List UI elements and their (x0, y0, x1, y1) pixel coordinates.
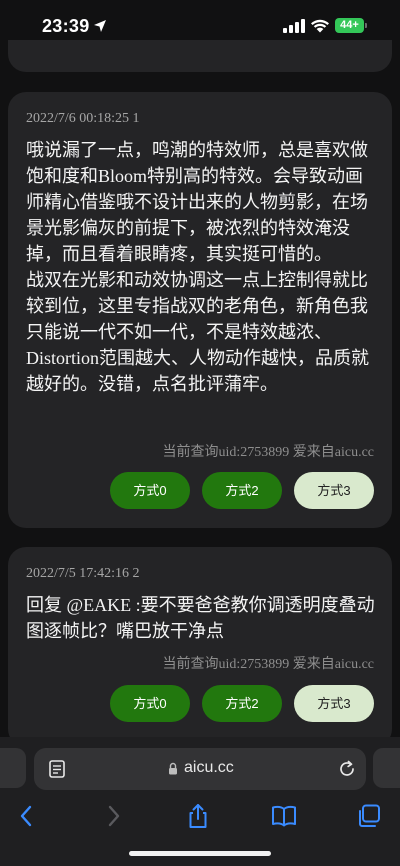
previous-tab-preview[interactable] (0, 748, 26, 788)
comment-text: 回复 @EAKE :要不要爸爸教你调透明度叠动图逐帧比？嘴巴放干净点 (26, 595, 375, 641)
comment-text: 哦说漏了一点，鸣潮的特效师，总是喜欢做饱和度和Bloom特别高的特效。会导致动画… (26, 140, 370, 394)
home-indicator[interactable] (129, 851, 271, 856)
browser-toolbar: aicu.cc (0, 737, 400, 866)
reader-icon[interactable] (49, 760, 65, 778)
query-footer: 当前查询uid:2753899 爱来自aicu.cc (162, 445, 374, 460)
previous-comment-card (8, 40, 392, 72)
comment-card: 2022/7/5 17:42:16 2 回复 @EAKE :要不要爸爸教你调透明… (8, 547, 392, 747)
wifi-icon (311, 19, 329, 33)
tabs-icon[interactable] (356, 803, 382, 829)
method-2-button[interactable]: 方式2 (202, 685, 282, 722)
query-footer: 当前查询uid:2753899 爱来自aicu.cc (162, 657, 374, 672)
method-0-button[interactable]: 方式0 (110, 472, 190, 509)
bookmarks-icon[interactable] (271, 803, 297, 829)
method-buttons: 方式0 方式2 方式3 (110, 685, 374, 722)
method-2-button[interactable]: 方式2 (202, 472, 282, 509)
reload-icon[interactable] (338, 760, 356, 778)
url-text: aicu.cc (184, 759, 234, 776)
cellular-signal-icon (283, 19, 305, 33)
back-icon[interactable] (14, 803, 40, 829)
lock-icon (169, 762, 177, 775)
address-bar[interactable]: aicu.cc (34, 748, 366, 790)
method-0-button[interactable]: 方式0 (110, 685, 190, 722)
method-3-button[interactable]: 方式3 (294, 685, 374, 722)
method-3-button[interactable]: 方式3 (294, 472, 374, 509)
battery-icon: 44+ (335, 18, 364, 33)
share-icon[interactable] (185, 803, 211, 829)
comment-meta: 2022/7/5 17:42:16 2 (26, 566, 140, 581)
location-arrow-icon (94, 20, 106, 32)
battery-tip (365, 23, 367, 28)
forward-icon[interactable] (100, 803, 126, 829)
comment-meta: 2022/7/6 00:18:25 1 (26, 111, 140, 126)
status-time: 23:39 (42, 16, 90, 36)
method-buttons: 方式0 方式2 方式3 (110, 472, 374, 509)
comment-card: 2022/7/6 00:18:25 1 哦说漏了一点，鸣潮的特效师，总是喜欢做饱… (8, 92, 392, 528)
next-tab-preview[interactable] (373, 748, 400, 788)
